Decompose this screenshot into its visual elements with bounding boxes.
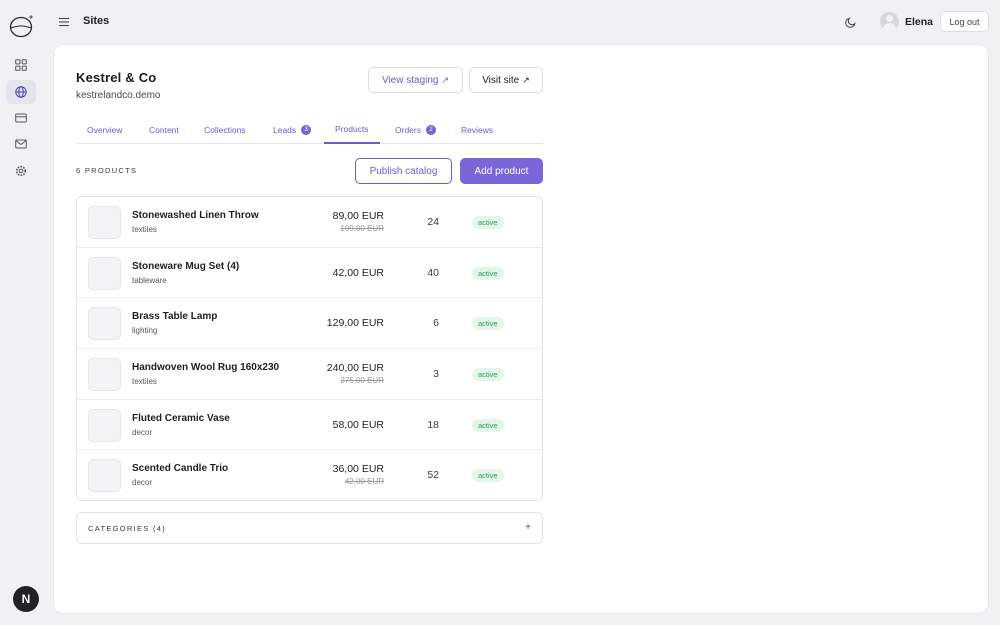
status-badge: active <box>472 469 504 483</box>
tab-label: Leads <box>273 124 297 135</box>
rail-settings-button[interactable] <box>6 159 36 183</box>
product-name: Brass Table Lamp <box>132 311 218 323</box>
product-old-price: 42,00 EUR <box>344 477 384 487</box>
product-category: lighting <box>132 326 158 336</box>
status-badge: active <box>472 368 504 382</box>
product-stock: 3 <box>433 368 439 381</box>
product-row[interactable]: Fluted Ceramic Vase decor 58,00 EUR 18 a… <box>77 400 542 451</box>
site-name: Kestrel & Co <box>76 70 157 85</box>
view-staging-button[interactable]: View staging ↗ <box>368 67 463 93</box>
product-old-price: 109,00 EUR <box>340 224 384 233</box>
product-thumbnail <box>88 307 121 341</box>
product-thumbnail <box>88 358 121 392</box>
tab-collections[interactable]: Collections <box>193 115 257 144</box>
tab-label: Overview <box>87 124 123 135</box>
product-name: Stonewashed Linen Throw <box>132 210 259 221</box>
status-badge: active <box>472 266 504 280</box>
product-price: 129,00 EUR <box>326 317 384 330</box>
product-thumbnail <box>88 459 121 493</box>
product-row[interactable]: Handwoven Wool Rug 160x230 textiles 240,… <box>77 349 542 400</box>
tab-label: Reviews <box>461 124 494 135</box>
product-name: Scented Candle Trio <box>132 463 229 475</box>
product-row[interactable]: Brass Table Lamp lighting 129,00 EUR 6 a… <box>77 298 542 350</box>
categories-accordion[interactable]: CATEGORIES (4) + <box>76 512 543 544</box>
page-title: Sites <box>83 15 110 27</box>
external-link-icon: ↗ <box>441 74 450 85</box>
product-stock: 6 <box>433 317 439 330</box>
product-thumbnail <box>88 206 121 239</box>
mail-icon <box>15 139 27 149</box>
dashboard-grid-icon <box>15 59 27 71</box>
product-category: textiles <box>132 377 157 387</box>
rail-billing-button[interactable] <box>6 106 36 130</box>
orders-count-badge: 2 <box>425 124 436 135</box>
tab-reviews[interactable]: Reviews <box>450 115 504 144</box>
product-price: 58,00 EUR <box>332 418 384 431</box>
external-link-icon: ↗ <box>522 74 530 85</box>
view-staging-label: View staging <box>381 74 439 86</box>
tab-label: Collections <box>204 124 246 135</box>
product-price: 240,00 EUR <box>326 362 384 375</box>
product-stock: 18 <box>427 418 439 431</box>
user-avatar[interactable] <box>880 12 899 31</box>
hamburger-menu-icon[interactable] <box>58 16 70 28</box>
product-name: Stoneware Mug Set (4) <box>132 260 240 272</box>
product-old-price: 275,00 EUR <box>340 376 384 386</box>
leads-count-badge: 3 <box>301 124 312 135</box>
rail-bottom-badge[interactable]: N <box>13 586 39 612</box>
gear-icon <box>15 165 27 177</box>
tab-label: Products <box>335 123 369 134</box>
tab-label: Orders <box>395 124 421 135</box>
product-stock: 24 <box>427 216 439 228</box>
product-row[interactable]: Scented Candle Trio decor 36,00 EUR 42,0… <box>77 450 542 500</box>
tab-content[interactable]: Content <box>138 115 190 144</box>
product-price: 36,00 EUR <box>332 463 384 476</box>
product-price: 42,00 EUR <box>332 266 384 279</box>
status-badge: active <box>472 317 504 331</box>
user-name: Elena <box>905 16 934 28</box>
logout-button[interactable]: Log out <box>940 11 989 32</box>
add-product-button[interactable]: Add product <box>460 158 543 184</box>
credit-card-icon <box>15 113 27 123</box>
product-category: textiles <box>132 225 157 234</box>
visit-site-button[interactable]: Visit site ↗ <box>469 67 543 93</box>
tab-overview[interactable]: Overview <box>76 115 133 144</box>
visit-site-label: Visit site <box>482 74 520 86</box>
product-thumbnail <box>88 408 121 442</box>
rail-sites-button[interactable] <box>6 80 36 104</box>
tab-orders[interactable]: Orders 2 <box>384 115 447 144</box>
globe-icon <box>15 86 27 98</box>
main-panel: Kestrel & Co kestrelandco.demo View stag… <box>53 44 989 614</box>
tab-label: Content <box>149 124 179 135</box>
dark-mode-moon-icon[interactable] <box>845 16 857 28</box>
product-row[interactable]: Stoneware Mug Set (4) tableware 42,00 EU… <box>77 248 542 299</box>
tab-leads[interactable]: Leads 3 <box>262 115 322 144</box>
brand-logo-icon[interactable] <box>9 14 35 38</box>
status-badge: active <box>472 418 504 432</box>
product-list: Stonewashed Linen Throw textiles 89,00 E… <box>76 196 543 501</box>
product-category: decor <box>132 427 153 437</box>
categories-label: CATEGORIES (4) <box>88 524 167 533</box>
status-badge: active <box>472 216 504 229</box>
product-stock: 40 <box>427 266 439 279</box>
product-thumbnail <box>88 256 121 290</box>
product-stock: 52 <box>427 469 439 482</box>
site-tabs: Overview Content Collections Leads 3 Prod… <box>76 115 543 144</box>
product-price: 89,00 EUR <box>332 210 384 222</box>
product-name: Handwoven Wool Rug 160x230 <box>132 362 280 374</box>
site-domain: kestrelandco.demo <box>76 90 161 101</box>
product-category: tableware <box>132 275 167 285</box>
product-row[interactable]: Stonewashed Linen Throw textiles 89,00 E… <box>77 197 542 248</box>
product-category: decor <box>132 478 153 488</box>
tab-products[interactable]: Products <box>324 115 380 144</box>
rail-mail-button[interactable] <box>6 132 36 156</box>
products-count: 6 PRODUCTS <box>76 166 138 175</box>
left-rail: N <box>0 0 42 625</box>
rail-dashboard-button[interactable] <box>6 53 36 77</box>
product-name: Fluted Ceramic Vase <box>132 412 230 424</box>
expand-plus-icon[interactable]: + <box>525 522 531 533</box>
publish-catalog-button[interactable]: Publish catalog <box>355 158 452 184</box>
